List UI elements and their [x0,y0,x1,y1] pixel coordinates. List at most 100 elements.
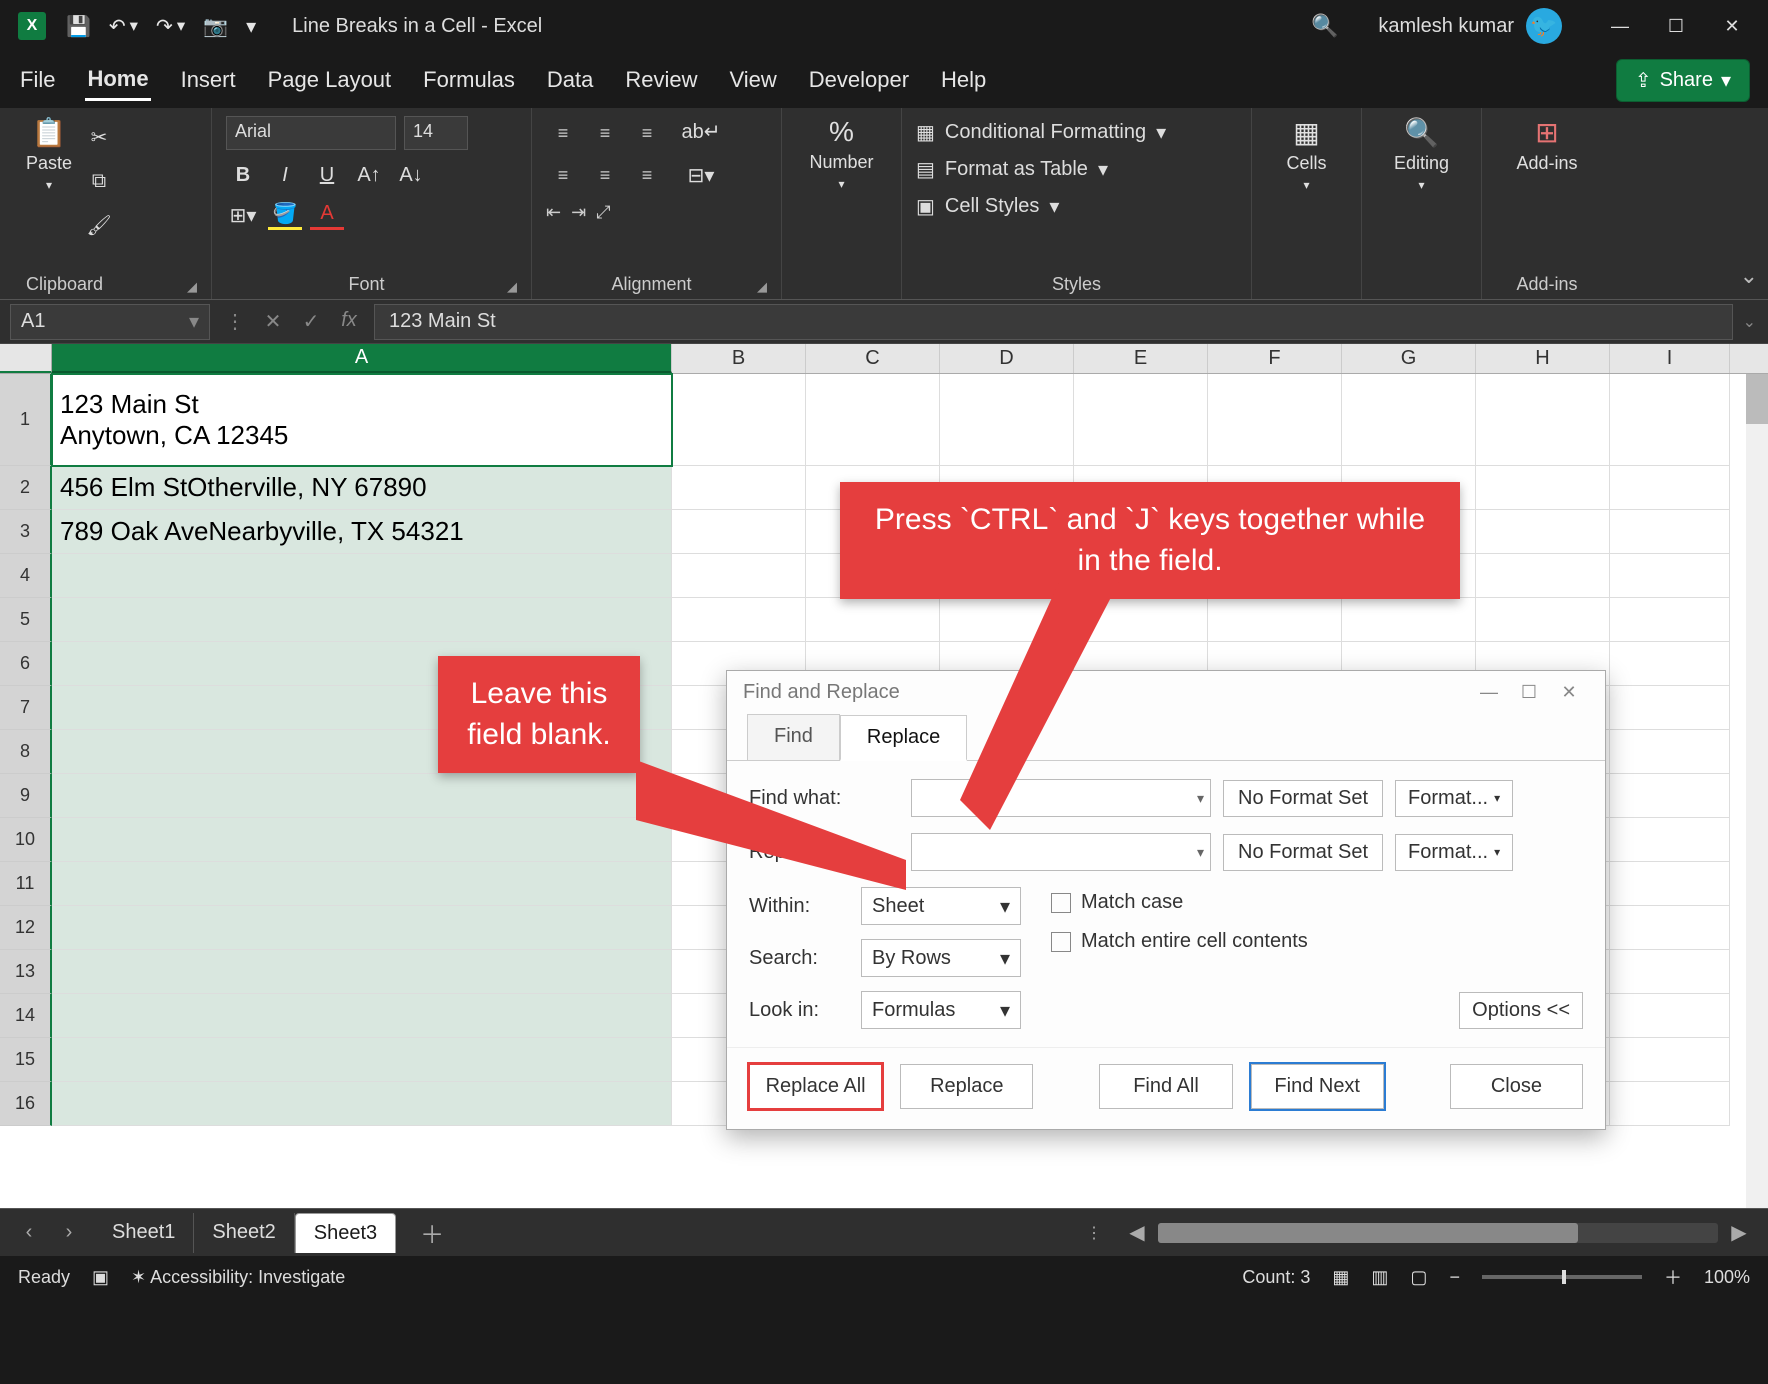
save-icon[interactable]: 💾 [66,14,91,39]
orientation-icon[interactable]: ⤢ [596,202,610,223]
zoom-level[interactable]: 100% [1704,1267,1750,1288]
row-header-15[interactable]: 15 [0,1038,52,1082]
paste-button[interactable]: 📋 Paste ▾ [26,116,72,192]
qat-more-icon[interactable]: ▾ [246,14,256,39]
addins-button[interactable]: ⊞ Add-ins [1516,116,1577,174]
cell-E1[interactable] [1074,374,1208,466]
cell-I1[interactable] [1610,374,1730,466]
sheet-tab-sheet2[interactable]: Sheet2 [194,1213,294,1253]
dialog-close-icon[interactable]: ✕ [1549,682,1589,703]
cell-I16[interactable] [1610,1082,1730,1126]
view-normal-icon[interactable]: ▦ [1332,1267,1349,1288]
options-button[interactable]: Options << [1459,992,1583,1029]
cell-B5[interactable] [672,598,806,642]
row-header-2[interactable]: 2 [0,466,52,510]
align-bottom-icon[interactable]: ≡ [630,116,664,150]
cell-A9[interactable] [52,774,672,818]
row-header-14[interactable]: 14 [0,994,52,1038]
cell-I5[interactable] [1610,598,1730,642]
sheet-menu-icon[interactable]: ⋮ [1086,1223,1102,1243]
cell-I9[interactable] [1610,774,1730,818]
zoom-in-icon[interactable]: ＋ [1664,1264,1682,1290]
cell-I13[interactable] [1610,950,1730,994]
row-header-8[interactable]: 8 [0,730,52,774]
cell-B1[interactable] [672,374,806,466]
font-name-select[interactable]: Arial [226,116,396,150]
zoom-slider[interactable] [1482,1275,1642,1279]
select-all-corner[interactable] [0,344,52,373]
user-name[interactable]: kamlesh kumar [1378,15,1514,38]
cell-H1[interactable] [1476,374,1610,466]
row-header-3[interactable]: 3 [0,510,52,554]
cell-A16[interactable] [52,1082,672,1126]
cell-A4[interactable] [52,554,672,598]
cell-G5[interactable] [1342,598,1476,642]
font-color-icon[interactable]: A [310,200,344,230]
cell-H4[interactable] [1476,554,1610,598]
borders-icon[interactable]: ⊞▾ [226,200,260,230]
fx-icon[interactable]: fx [334,309,364,334]
column-header-F[interactable]: F [1208,344,1342,373]
tab-home[interactable]: Home [85,60,150,101]
cell-I6[interactable] [1610,642,1730,686]
find-format-button[interactable]: Format...▾ [1395,780,1513,817]
cell-I15[interactable] [1610,1038,1730,1082]
cell-I3[interactable] [1610,510,1730,554]
merge-cells-icon[interactable]: ⊟▾ [684,160,718,190]
font-size-select[interactable]: 14 [404,116,468,150]
user-avatar[interactable]: 🐦 [1526,8,1562,44]
font-launcher-icon[interactable]: ◢ [507,279,517,295]
row-header-12[interactable]: 12 [0,906,52,950]
format-as-table-button[interactable]: ▤Format as Table▾ [916,157,1166,182]
cell-A13[interactable] [52,950,672,994]
column-header-D[interactable]: D [940,344,1074,373]
align-right-icon[interactable]: ≡ [630,158,664,192]
lookin-select[interactable]: Formulas▾ [861,991,1021,1029]
row-header-9[interactable]: 9 [0,774,52,818]
column-header-I[interactable]: I [1610,344,1730,373]
maximize-button[interactable]: ☐ [1648,4,1704,48]
cell-A11[interactable] [52,862,672,906]
replace-all-button[interactable]: Replace All [749,1064,882,1109]
undo-icon[interactable]: ↶▾ [109,14,138,39]
cell-A3[interactable]: 789 Oak AveNearbyville, TX 54321 [52,510,672,554]
name-box[interactable]: A1▾ [10,304,210,340]
column-header-B[interactable]: B [672,344,806,373]
row-header-6[interactable]: 6 [0,642,52,686]
chevron-down-icon[interactable]: ▾ [1197,844,1204,861]
row-header-13[interactable]: 13 [0,950,52,994]
minimize-button[interactable]: — [1592,4,1648,48]
add-sheet-button[interactable]: ＋ [420,1215,444,1250]
align-top-icon[interactable]: ≡ [546,116,580,150]
row-header-1[interactable]: 1 [0,374,52,466]
dialog-minimize-icon[interactable]: — [1469,682,1509,703]
tab-review[interactable]: Review [623,61,699,99]
tab-help[interactable]: Help [939,61,988,99]
redo-icon[interactable]: ↷▾ [156,14,185,39]
cell-I11[interactable] [1610,862,1730,906]
alignment-launcher-icon[interactable]: ◢ [757,279,767,295]
copy-icon[interactable]: ⧉ [82,166,116,196]
decrease-indent-icon[interactable]: ⇤ [546,202,561,223]
tab-file[interactable]: File [18,61,57,99]
view-page-layout-icon[interactable]: ▥ [1371,1267,1388,1288]
cell-C1[interactable] [806,374,940,466]
column-header-C[interactable]: C [806,344,940,373]
cell-I7[interactable] [1610,686,1730,730]
tab-page-layout[interactable]: Page Layout [266,61,394,99]
dialog-maximize-icon[interactable]: ☐ [1509,682,1549,703]
match-case-checkbox[interactable]: Match case [1051,891,1308,914]
column-header-H[interactable]: H [1476,344,1610,373]
align-middle-icon[interactable]: ≡ [588,116,622,150]
cell-H2[interactable] [1476,466,1610,510]
sheet-tab-sheet1[interactable]: Sheet1 [94,1213,194,1253]
find-next-button[interactable]: Find Next [1251,1064,1384,1109]
cell-styles-button[interactable]: ▣Cell Styles▾ [916,194,1166,219]
sheet-nav-prev-icon[interactable]: ‹ [14,1221,44,1244]
row-header-7[interactable]: 7 [0,686,52,730]
cut-icon[interactable]: ✂ [82,122,116,152]
chevron-down-icon[interactable]: ▾ [1197,790,1204,807]
cell-H5[interactable] [1476,598,1610,642]
cell-A15[interactable] [52,1038,672,1082]
row-header-4[interactable]: 4 [0,554,52,598]
